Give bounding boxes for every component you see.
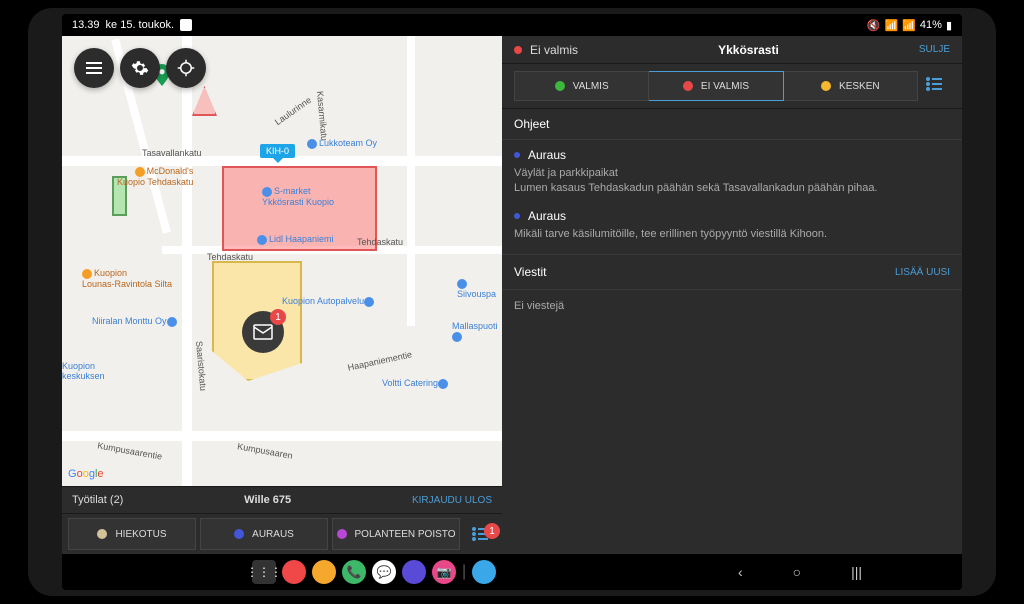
poi-voltti[interactable]: Voltti Catering — [382, 378, 450, 389]
recents-button[interactable]: ||| — [851, 564, 862, 580]
gear-icon — [131, 59, 149, 77]
app-icon[interactable] — [282, 560, 306, 584]
back-button[interactable]: ‹ — [738, 564, 743, 580]
sanding-dot-icon — [97, 529, 107, 539]
tab-done[interactable]: VALMIS — [514, 71, 649, 101]
poi-lounas[interactable]: Kuopion Lounas-Ravintola Silta — [82, 268, 172, 289]
battery-icon: ▮ — [946, 19, 952, 32]
panel-title: Ykkösrasti — [578, 43, 919, 57]
poi-autopalvelu[interactable]: Kuopion Autopalvelu — [282, 296, 376, 307]
instruction-line: Väylät ja parkkipaikat — [514, 166, 950, 181]
messages-button[interactable]: 1 — [242, 311, 284, 353]
menu-button[interactable] — [74, 48, 114, 88]
add-message-link[interactable]: LISÄÄ UUSI — [895, 267, 950, 278]
map-attribution: Google — [68, 468, 104, 480]
poi-smarket[interactable]: S-market Ykkösrasti Kuopio — [262, 186, 334, 207]
removal-dot-icon — [337, 529, 347, 539]
poi-mallaspuoti[interactable]: Mallaspuoti — [452, 321, 502, 342]
tab-in-progress[interactable]: KESKEN — [784, 71, 918, 101]
battery-pct: 41% — [920, 19, 942, 31]
android-status-bar: 13.39 ke 15. toukok. 🔇 📶 📶 41% ▮ — [62, 14, 962, 36]
poi-lukko[interactable]: Lukkoteam Oy — [307, 138, 377, 149]
picture-icon — [180, 19, 192, 31]
status-text: Ei valmis — [530, 43, 578, 57]
activity-label: HIEKOTUS — [115, 529, 166, 540]
poi-siivous[interactable]: Siivouspa — [457, 278, 502, 299]
date: ke 15. toukok. — [106, 19, 175, 31]
instruction-item: Auraus Väylät ja parkkipaikat Lumen kasa… — [502, 140, 962, 201]
app-icon[interactable] — [402, 560, 426, 584]
instructions-heading: Ohjeet — [502, 109, 962, 140]
app-icon[interactable]: 💬 — [372, 560, 396, 584]
street-label: Kumpusaarentie — [97, 440, 163, 461]
menu-icon — [86, 61, 102, 75]
tab-label: EI VALMIS — [701, 81, 749, 92]
no-messages-text: Ei viestejä — [502, 290, 962, 322]
settings-button[interactable] — [120, 48, 160, 88]
street-label: Laulurinne — [273, 95, 313, 127]
tab-label: VALMIS — [573, 81, 609, 92]
tab-label: KESKEN — [839, 81, 880, 92]
vehicle-label: Wille 675 — [123, 494, 412, 506]
close-link[interactable]: SULJE — [919, 44, 950, 55]
street-label: Haapaniementie — [347, 349, 413, 372]
panel-list-button[interactable] — [918, 77, 950, 96]
phone-app-icon[interactable]: 📞 — [342, 560, 366, 584]
bullet-icon — [514, 152, 520, 158]
yellow-dot-icon — [821, 81, 831, 91]
green-dot-icon — [555, 81, 565, 91]
poi-mcdonalds[interactable]: McDonald's Kuopio Tehdaskatu — [117, 166, 193, 187]
tab-not-done[interactable]: EI VALMIS — [649, 71, 783, 101]
instruction-title: Auraus — [528, 148, 566, 162]
poi-keskus[interactable]: Kuopion keskuksen — [62, 361, 105, 381]
street-label: Tasavallankatu — [142, 148, 202, 158]
activity-removal[interactable]: POLANTEEN POISTO — [332, 518, 460, 550]
street-label: Kumpusaaren — [237, 441, 294, 461]
activity-plowing[interactable]: AURAUS — [200, 518, 328, 550]
zone-red-small[interactable] — [192, 86, 217, 116]
instruction-line: Lumen kasaus Tehdaskadun päähän sekä Tas… — [514, 181, 950, 196]
logout-link[interactable]: KIRJAUDU ULOS — [412, 495, 492, 506]
bullet-icon — [514, 213, 520, 219]
activity-label: POLANTEEN POISTO — [355, 529, 456, 540]
crosshair-icon — [177, 59, 195, 77]
messages-heading: Viestit — [514, 265, 546, 279]
instruction-item: Auraus Mikäli tarve käsilumitöille, tee … — [502, 201, 962, 246]
activity-list-button[interactable]: 1 — [464, 527, 496, 541]
camera-app-icon[interactable]: 📷 — [432, 560, 456, 584]
workspaces-label[interactable]: Työtilat (2) — [72, 494, 123, 506]
badge: 1 — [484, 523, 500, 539]
locate-button[interactable] — [166, 48, 206, 88]
instruction-line: Mikäli tarve käsilumitöille, tee erillin… — [514, 227, 950, 242]
street-label: Saaristokatu — [194, 341, 208, 392]
street-label: Kasarmikatu — [315, 91, 329, 142]
signal-icon: 📶 — [902, 19, 916, 32]
street-label: Tehdaskatu — [357, 237, 403, 247]
envelope-icon — [253, 324, 273, 340]
poi-monttu[interactable]: Niiralan Monttu Oy — [92, 316, 179, 327]
red-dot-icon — [683, 81, 693, 91]
app-icon[interactable] — [472, 560, 496, 584]
map[interactable]: Tasavallankatu Tehdaskatu Tehdaskatu Saa… — [62, 36, 502, 486]
app-drawer-icon[interactable]: ⋮⋮⋮ — [252, 560, 276, 584]
badge: 1 — [270, 309, 286, 325]
poi-lidl[interactable]: Lidl Haapaniemi — [257, 234, 334, 245]
map-tag[interactable]: KIH-0 — [260, 144, 295, 158]
wifi-icon: 📶 — [885, 19, 899, 32]
street-label: Tehdaskatu — [207, 252, 253, 262]
activity-sanding[interactable]: HIEKOTUS — [68, 518, 196, 550]
clock: 13.39 — [72, 19, 100, 31]
instruction-title: Auraus — [528, 209, 566, 223]
status-dot-icon — [514, 46, 522, 54]
plowing-dot-icon — [234, 529, 244, 539]
list-icon — [926, 77, 942, 91]
app-icon[interactable] — [312, 560, 336, 584]
activity-label: AURAUS — [252, 529, 294, 540]
home-button[interactable]: ○ — [793, 564, 801, 580]
android-nav-bar: ⋮⋮⋮ 📞 💬 📷 | ‹ ○ ||| — [62, 554, 962, 590]
mute-icon: 🔇 — [867, 19, 881, 32]
